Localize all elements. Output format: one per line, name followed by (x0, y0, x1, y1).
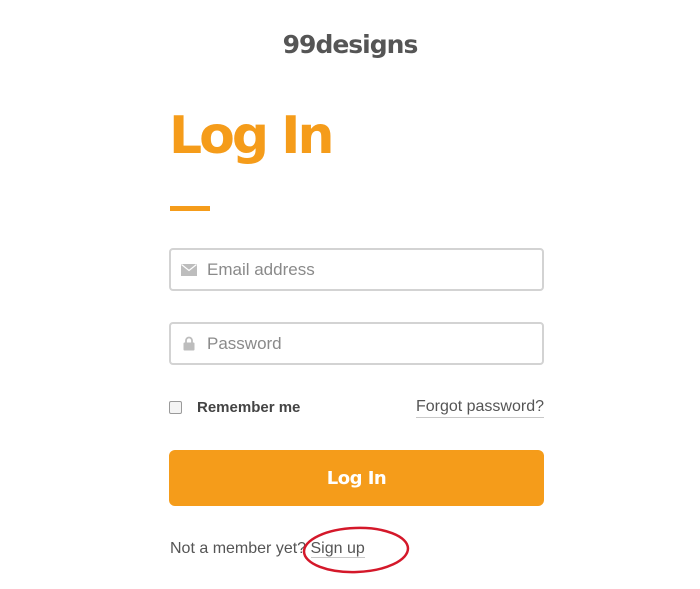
signup-link[interactable]: Sign up (310, 540, 365, 558)
password-field[interactable] (169, 322, 544, 365)
remember-me-checkbox[interactable] (169, 401, 182, 414)
signup-prompt-text: Not a member yet? (170, 540, 311, 557)
title-underline (170, 206, 210, 211)
brand-logo[interactable]: 99designs (0, 30, 700, 59)
lock-icon (181, 336, 197, 352)
email-input[interactable] (207, 259, 542, 280)
page-title: Log In (169, 106, 335, 166)
password-input[interactable] (207, 333, 542, 354)
login-page: 99designs Log In Remember me Forgot pass… (0, 0, 700, 589)
envelope-icon (181, 262, 197, 278)
remember-me-row[interactable]: Remember me (169, 399, 300, 416)
forgot-password-link[interactable]: Forgot password? (415, 398, 544, 418)
signup-prompt: Not a member yet? Sign up (170, 540, 365, 558)
login-button[interactable]: Log In (169, 450, 544, 506)
remember-me-label[interactable]: Remember me (197, 399, 300, 416)
email-field[interactable] (169, 248, 544, 291)
